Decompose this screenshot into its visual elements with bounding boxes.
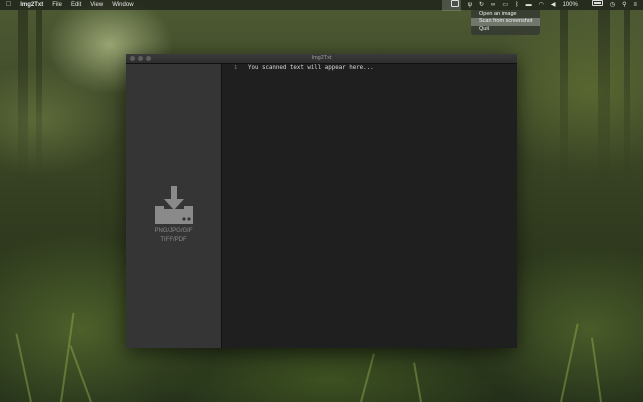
clock-icon[interactable]: ◷ <box>610 0 615 10</box>
supported-formats-line1: PNG/JPG/GIF <box>154 228 193 234</box>
line-number: 1 <box>234 65 238 71</box>
menu-window[interactable]: Window <box>112 0 133 10</box>
window-titlebar[interactable]: Img2Txt <box>126 54 517 64</box>
menu-view[interactable]: View <box>90 0 103 10</box>
menu-file[interactable]: File <box>52 0 62 10</box>
img2txt-status-icon[interactable] <box>441 0 461 11</box>
search-icon[interactable]: ⚲ <box>622 0 626 10</box>
menu-app-name[interactable]: Img2Txt <box>20 0 43 10</box>
line-gutter: 1 <box>222 64 242 348</box>
notification-list-icon[interactable]: ≡ <box>633 0 637 10</box>
bluetooth-icon[interactable]: ᛒ <box>515 0 519 10</box>
link-icon[interactable]: ∞ <box>491 0 495 10</box>
status-menu: Open an image Scan from screenshot Quit <box>471 10 540 35</box>
flag-icon[interactable]: ▬ <box>526 0 532 10</box>
sync-icon[interactable]: ↻ <box>479 0 484 10</box>
menu-item-scan-screenshot[interactable]: Scan from screenshot <box>471 18 540 26</box>
window-title: Img2Txt <box>311 55 332 61</box>
menu-item-quit[interactable]: Quit <box>471 26 540 33</box>
supported-formats-line2: TIFF/PDF <box>160 237 187 243</box>
menu-bar:  Img2Txt File Edit View Window ψ ↻ ∞ ▭ … <box>0 0 643 11</box>
display-icon[interactable]: ▭ <box>502 0 508 10</box>
editor-placeholder-text[interactable]: You scanned text will appear here... <box>248 65 374 71</box>
fork-icon[interactable]: ψ <box>468 0 472 10</box>
battery-percent[interactable]: 100% <box>562 0 577 10</box>
text-editor[interactable]: 1 You scanned text will appear here... <box>222 64 517 348</box>
apple-icon[interactable]:  <box>6 0 11 10</box>
download-icon <box>155 186 193 224</box>
volume-icon[interactable]: ◀ <box>551 0 556 10</box>
menu-item-open-image[interactable]: Open an image <box>471 11 540 18</box>
menu-edit[interactable]: Edit <box>71 0 81 10</box>
wifi-icon[interactable]: ◠ <box>539 0 544 10</box>
image-drop-zone[interactable]: PNG/JPG/GIF TIFF/PDF <box>126 64 222 348</box>
app-window: Img2Txt PNG/JPG/GIF TIFF/PDF 1 You scann… <box>126 54 517 348</box>
battery-icon[interactable] <box>585 0 603 10</box>
